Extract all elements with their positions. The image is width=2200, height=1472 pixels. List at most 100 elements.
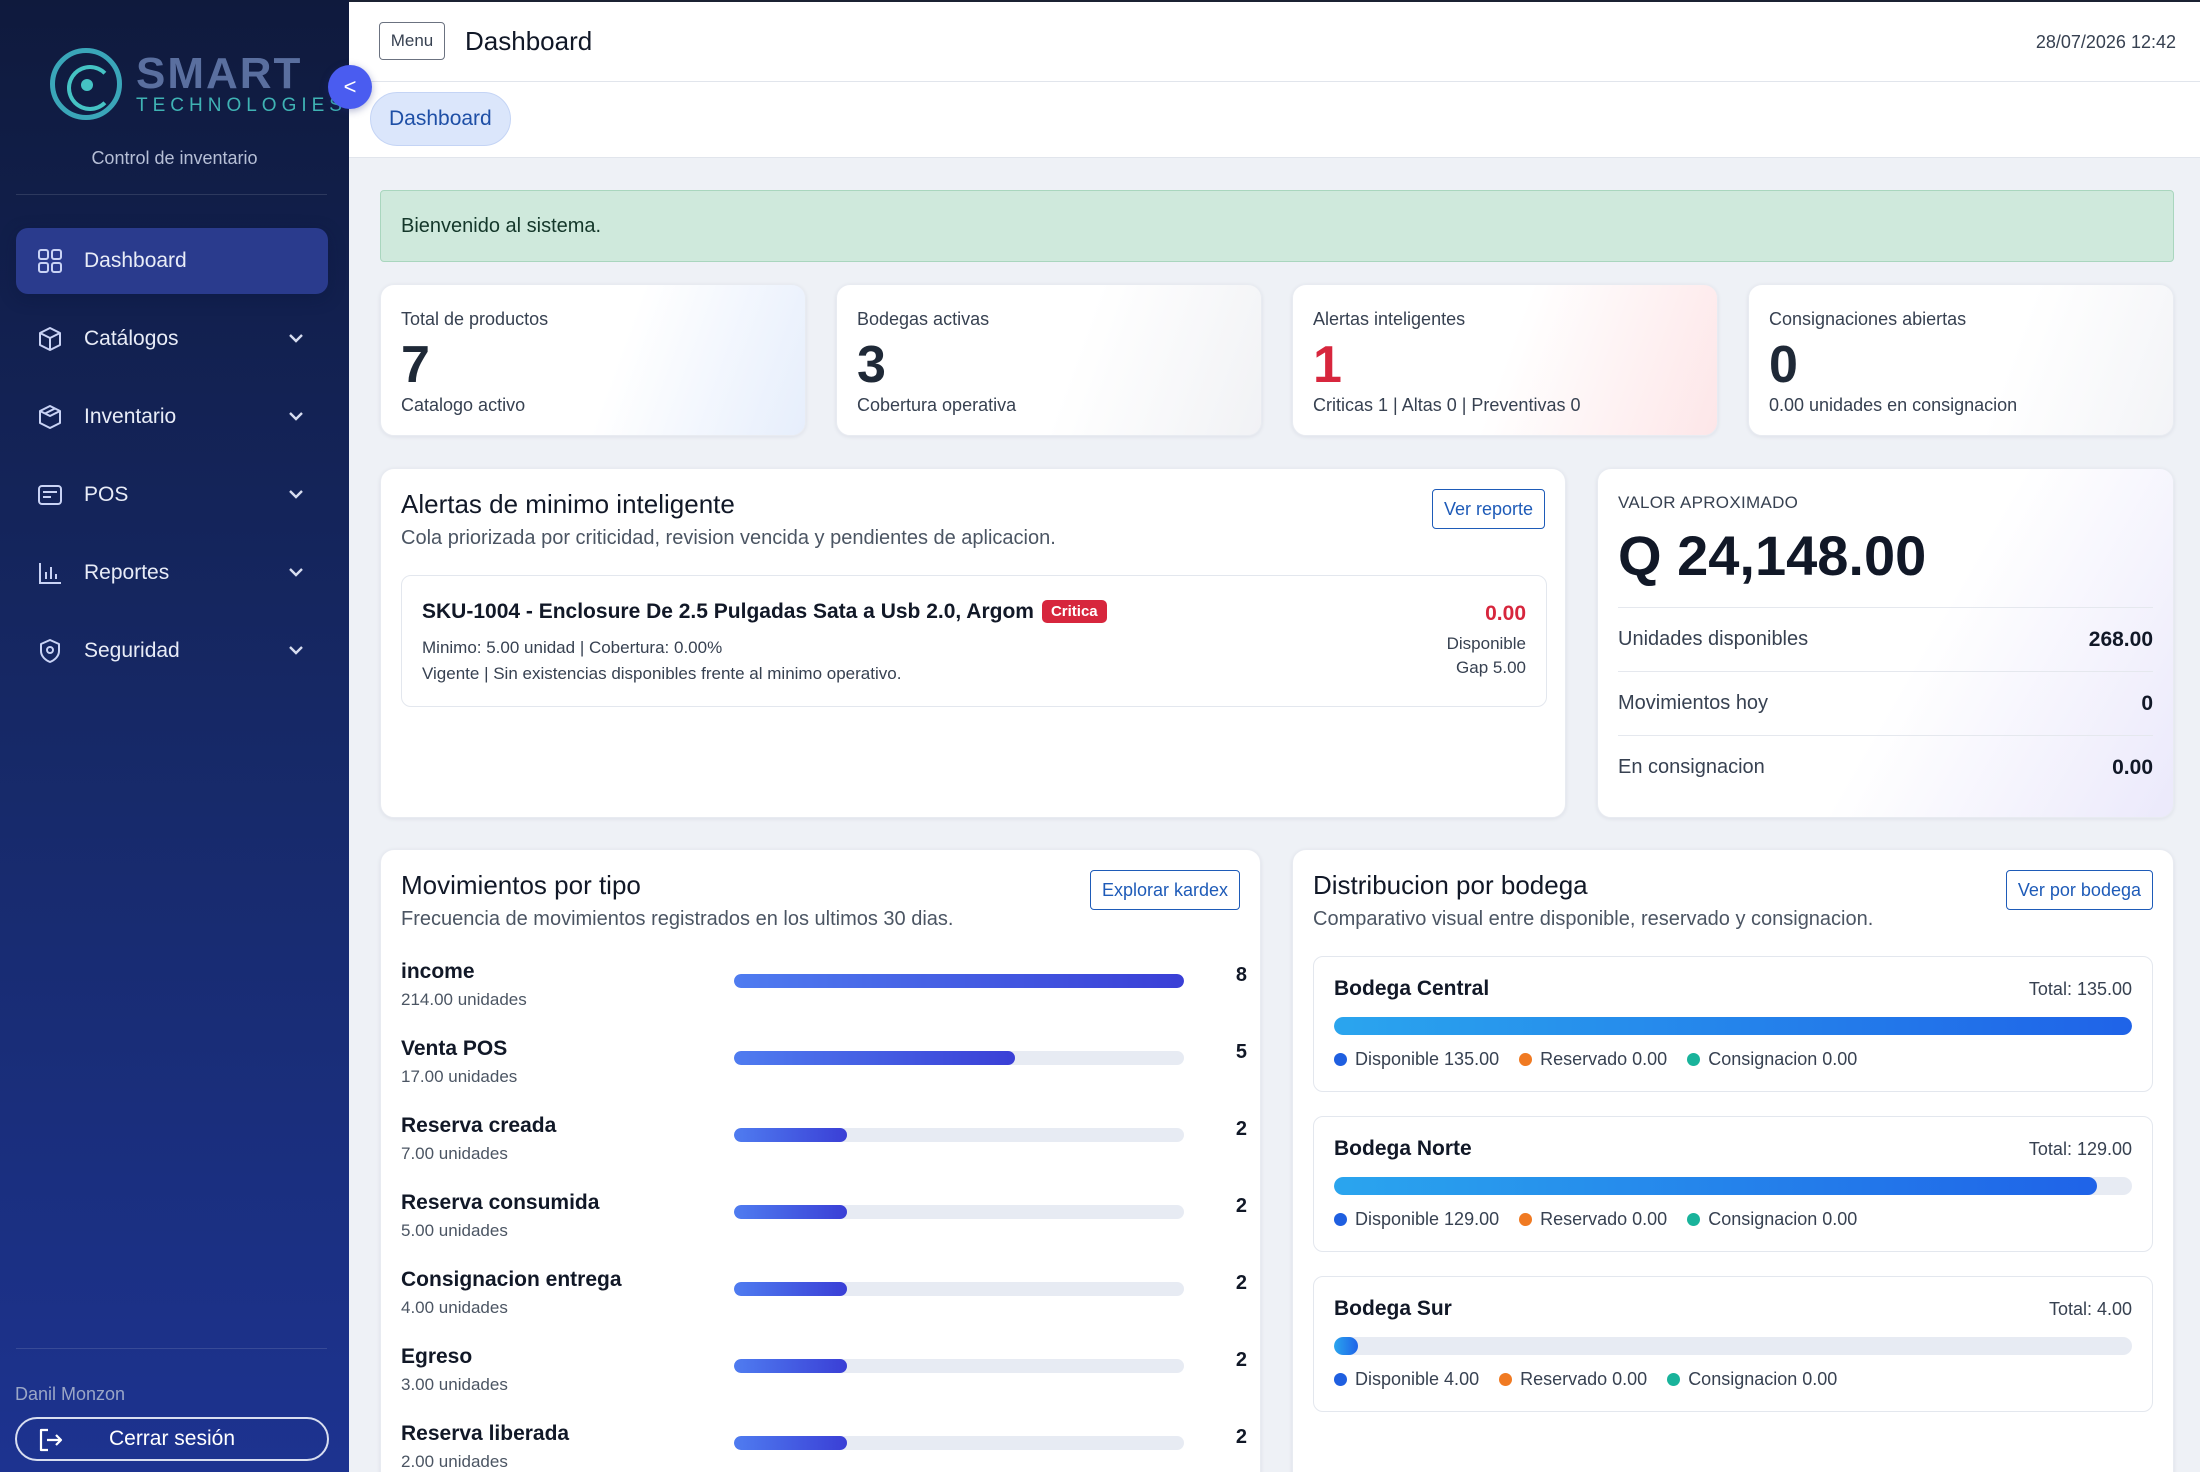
section-subtitle: Cola priorizada por criticidad, revision…: [401, 527, 1056, 549]
alerts-panel: Alertas de minimo inteligente Cola prior…: [380, 468, 1566, 818]
bodega-bar-fill: [1334, 1017, 2132, 1035]
value-row-label: Unidades disponibles: [1618, 628, 1809, 650]
collapse-sidebar-button[interactable]: <: [328, 65, 372, 109]
movement-units: 2.00 unidades: [401, 1452, 508, 1471]
sidebar-item-dashboard[interactable]: Dashboard: [16, 228, 328, 294]
movement-units: 3.00 unidades: [401, 1375, 508, 1394]
alert-item[interactable]: SKU-1004 - Enclosure De 2.5 Pulgadas Sat…: [401, 575, 1547, 707]
stat-value: 3: [857, 336, 886, 394]
tab-dashboard[interactable]: Dashboard: [370, 92, 511, 146]
chevron-down-icon: [286, 640, 306, 666]
value-amount: Q 24,148.00: [1618, 524, 1927, 587]
value-row-value: 0: [2141, 691, 2153, 715]
alert-item-gap: Gap 5.00: [1456, 658, 1526, 677]
package-icon: [36, 403, 64, 431]
movement-count: 2: [1235, 1349, 1247, 1371]
value-card: VALOR APROXIMADO Q 24,148.00 Unidades di…: [1597, 468, 2174, 818]
logout-button[interactable]: Cerrar sesión: [15, 1417, 329, 1461]
sidebar-item-inventario[interactable]: Inventario: [16, 384, 328, 450]
divider: [16, 194, 327, 195]
movement-bar-fill: [734, 1051, 1016, 1065]
movement-units: 7.00 unidades: [401, 1144, 508, 1163]
movement-bar-track: [734, 1051, 1184, 1065]
legend-dot-consignacion: [1687, 1213, 1701, 1226]
movement-units: 17.00 unidades: [401, 1067, 518, 1086]
section-subtitle: Frecuencia de movimientos registrados en…: [401, 908, 954, 930]
sidebar-item-seguridad[interactable]: Seguridad: [16, 618, 328, 684]
shield-icon: [36, 637, 64, 665]
explorar-kardex-button[interactable]: Explorar kardex: [1089, 870, 1240, 910]
sidebar-item-label: Seguridad: [84, 639, 180, 662]
movement-name: income: [401, 960, 475, 983]
bodega-total: Total: 4.00: [2048, 1299, 2132, 1319]
box-icon: [36, 325, 64, 353]
value-row: Unidades disponibles 268.00: [1618, 607, 2153, 671]
bodega-name: Bodega Central: [1334, 977, 1490, 1000]
legend-disponible-text: Disponible 129.00: [1355, 1209, 1500, 1229]
movement-count: 2: [1235, 1195, 1247, 1217]
app-subtitle: Control de inventario: [91, 148, 258, 168]
bodega-total: Total: 129.00: [2028, 1139, 2132, 1159]
legend-dot-disponible: [1334, 1373, 1347, 1386]
legend-disponible: Disponible 4.00: [1334, 1369, 1479, 1390]
ver-reporte-button[interactable]: Ver reporte: [1431, 489, 1545, 529]
movement-bar-track: [734, 974, 1184, 988]
sidebar-item-pos[interactable]: POS: [16, 462, 328, 528]
section-subtitle: Comparativo visual entre disponible, res…: [1313, 908, 1874, 930]
movement-row: Venta POS 17.00 unidades 5: [401, 1037, 1247, 1097]
sidebar-item-label: Inventario: [84, 405, 177, 428]
stat-card-alertas: Alertas inteligentes 1 Criticas 1 | Alta…: [1292, 284, 1718, 436]
datetime: 28/07/2026 12:42: [2035, 32, 2176, 52]
value-row-value: 0.00: [2112, 755, 2153, 779]
stat-label: Total de productos: [401, 309, 549, 329]
alert-item-detail: Minimo: 5.00 unidad | Cobertura: 0.00%: [422, 638, 723, 657]
stat-label: Alertas inteligentes: [1313, 309, 1466, 329]
distribution-panel: Distribucion por bodega Comparativo visu…: [1292, 849, 2174, 1472]
stat-value: 1: [1313, 336, 1342, 394]
legend-dot-reservado: [1519, 1213, 1533, 1226]
movement-count: 2: [1235, 1426, 1247, 1448]
movement-bar-fill: [734, 1282, 847, 1296]
legend-dot-consignacion: [1667, 1373, 1681, 1386]
movement-name: Reserva creada: [401, 1114, 557, 1137]
logo-line2: TECHNOLOGIES: [136, 95, 347, 116]
stat-sub: Cobertura operativa: [857, 395, 1017, 415]
bodega-card: Bodega Sur Total: 4.00 Disponible 4.00 Rese…: [1313, 1276, 2153, 1412]
sidebar: SMART TECHNOLOGIES Control de inventario…: [0, 0, 349, 1472]
logo-line1: SMART: [136, 49, 303, 98]
chevron-down-icon: [286, 328, 306, 354]
bodega-bar-fill: [1334, 1177, 2097, 1195]
movement-row: Consignacion entrega 4.00 unidades 2: [401, 1268, 1247, 1328]
sidebar-item-label: POS: [84, 483, 129, 506]
legend-reservado-text: Reservado 0.00: [1520, 1369, 1648, 1389]
legend-dot-disponible: [1334, 1053, 1347, 1066]
value-row: En consignacion 0.00: [1618, 735, 2153, 799]
movement-name: Egreso: [401, 1345, 473, 1368]
bodega-total: Total: 135.00: [2028, 979, 2132, 999]
movement-units: 214.00 unidades: [401, 990, 527, 1009]
movement-bar-fill: [734, 1436, 847, 1450]
stat-label: Bodegas activas: [857, 309, 990, 329]
movement-row: income 214.00 unidades 8: [401, 960, 1247, 1020]
legend-disponible: Disponible 129.00: [1334, 1209, 1499, 1230]
user-name: Danil Monzon: [15, 1384, 126, 1404]
topbar: Menu Dashboard 28/07/2026 12:42: [349, 0, 2200, 82]
movement-bar-fill: [734, 1359, 847, 1373]
stat-card-bodegas: Bodegas activas 3 Cobertura operativa: [836, 284, 1262, 436]
ver-por-bodega-button[interactable]: Ver por bodega: [2005, 870, 2153, 910]
movement-bar-fill: [734, 1205, 847, 1219]
legend-disponible-text: Disponible 135.00: [1355, 1049, 1500, 1069]
menu-button[interactable]: Menu: [379, 22, 445, 60]
section-title: Movimientos por tipo: [401, 870, 641, 900]
movement-units: 4.00 unidades: [401, 1298, 508, 1317]
movement-row: Reserva consumida 5.00 unidades 2: [401, 1191, 1247, 1251]
legend-reservado-text: Reservado 0.00: [1540, 1049, 1668, 1069]
movement-count: 8: [1235, 964, 1247, 986]
sidebar-item-catalogos[interactable]: Catálogos: [16, 306, 328, 372]
sidebar-item-label: Reportes: [84, 561, 170, 584]
legend-reservado: Reservado 0.00: [1499, 1369, 1647, 1390]
alert-item-status: Vigente | Sin existencias disponibles fr…: [422, 664, 902, 683]
bodega-card: Bodega Central Total: 135.00 Disponible 13…: [1313, 956, 2153, 1092]
movement-bar-track: [734, 1436, 1184, 1450]
sidebar-item-reportes[interactable]: Reportes: [16, 540, 328, 606]
